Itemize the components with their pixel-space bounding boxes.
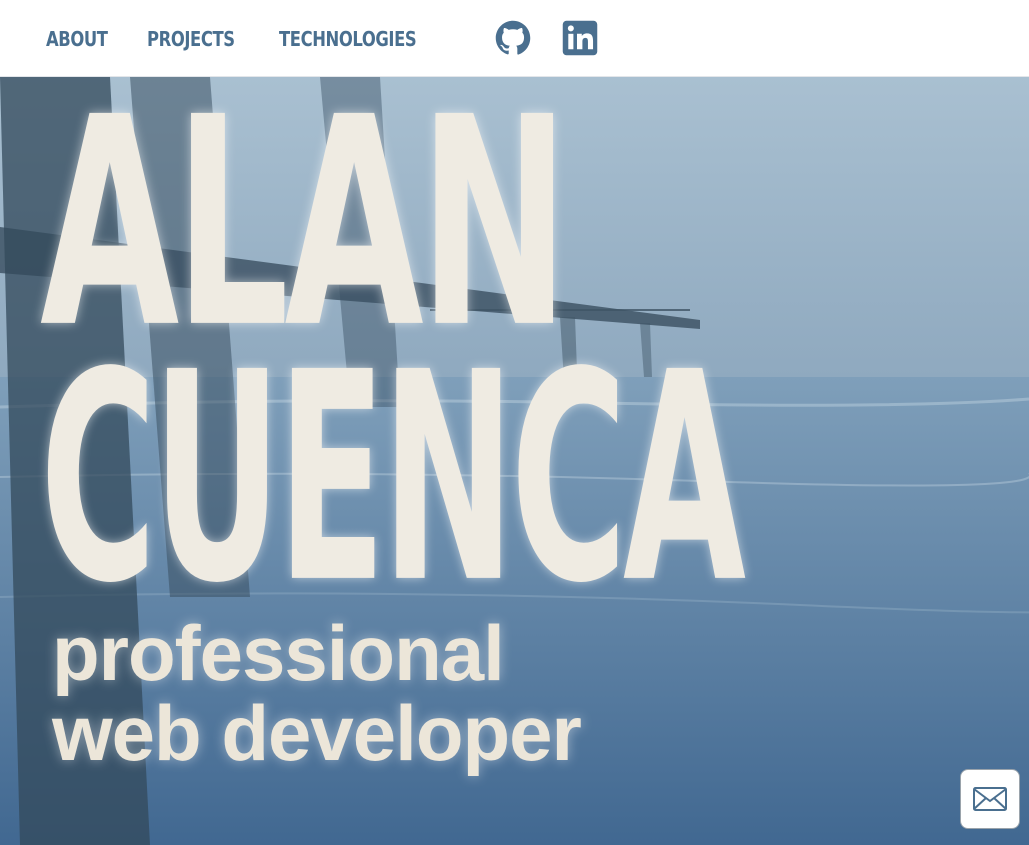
nav-link-projects[interactable]: PROJECTS <box>147 27 235 51</box>
linkedin-icon[interactable] <box>562 20 598 56</box>
nav-link-about[interactable]: ABOUT <box>46 27 108 51</box>
github-icon[interactable] <box>495 20 531 56</box>
navbar: ABOUT PROJECTS TECHNOLOGIES <box>0 0 1029 77</box>
nav-link-technologies[interactable]: TECHNOLOGIES <box>279 27 417 51</box>
hero-section: ALAN CUENCA professional web developer <box>0 77 1029 845</box>
envelope-icon <box>973 787 1007 811</box>
hero-tagline-line1: professional <box>52 609 505 697</box>
hero-name-last: CUENCA <box>40 311 746 647</box>
contact-email-button[interactable] <box>960 769 1020 829</box>
hero-tagline-line2: web developer <box>52 689 582 777</box>
